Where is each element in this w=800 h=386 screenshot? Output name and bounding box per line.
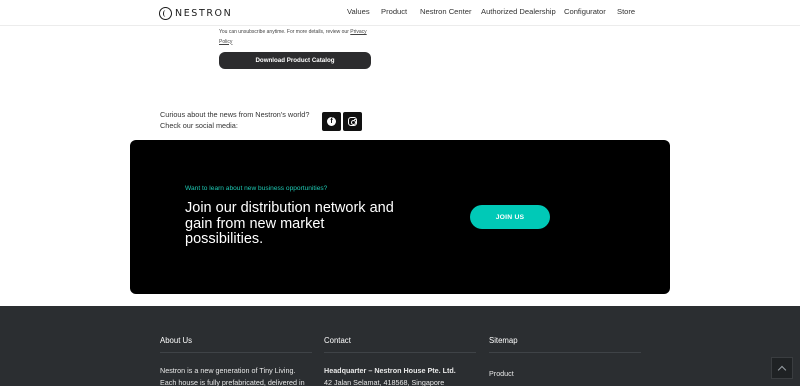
site-header: NESTRON Values Product Nestron Center Au… xyxy=(0,0,800,26)
social-prompt-line2: Check our social media: xyxy=(160,121,238,130)
unsubscribe-text: You can unsubscribe anytime. For more de… xyxy=(219,29,349,35)
instagram-icon xyxy=(348,117,357,126)
distribution-banner: Want to learn about new business opportu… xyxy=(130,140,670,294)
banner-heading: Join our distribution network and gain f… xyxy=(185,200,394,247)
nav-values[interactable]: Values xyxy=(347,7,370,16)
site-footer: About Us Nestron is a new generation of … xyxy=(0,306,800,386)
facebook-button[interactable]: f xyxy=(322,112,341,131)
footer-sitemap-product-link[interactable]: Product xyxy=(489,368,514,380)
nav-product[interactable]: Product xyxy=(381,7,407,16)
scroll-to-top-button[interactable] xyxy=(771,357,793,379)
footer-about-line2: Each house is fully prefabricated, deliv… xyxy=(160,378,305,386)
footer-about-divider xyxy=(160,352,312,353)
social-prompt: Curious about the news from Nestron's wo… xyxy=(160,109,330,131)
join-us-button[interactable]: JOIN US xyxy=(470,205,550,229)
chevron-up-icon xyxy=(777,365,787,374)
footer-contact-divider xyxy=(324,352,476,353)
nav-nestron-center[interactable]: Nestron Center xyxy=(420,7,472,16)
unsubscribe-note: You can unsubscribe anytime. For more de… xyxy=(219,28,379,47)
nav-store[interactable]: Store xyxy=(617,7,635,16)
social-prompt-line1: Curious about the news from Nestron's wo… xyxy=(160,110,310,119)
footer-sitemap-title: Sitemap xyxy=(489,336,518,345)
banner-eyebrow: Want to learn about new business opportu… xyxy=(185,185,328,192)
nav-authorized-dealership[interactable]: Authorized Dealership xyxy=(481,7,556,16)
footer-about-line1: Nestron is a new generation of Tiny Livi… xyxy=(160,366,296,375)
page: NESTRON Values Product Nestron Center Au… xyxy=(0,0,800,386)
footer-contact-hq: Headquarter – Nestron House Pte. Ltd. xyxy=(324,366,456,375)
instagram-button[interactable] xyxy=(343,112,362,131)
facebook-icon: f xyxy=(327,117,336,126)
footer-contact-title: Contact xyxy=(324,336,351,345)
main-nav: Values Product Nestron Center Authorized… xyxy=(0,7,800,19)
download-catalog-button[interactable]: Download Product Catalog xyxy=(219,52,371,69)
footer-about-title: About Us xyxy=(160,336,193,345)
footer-contact-address: 42 Jalan Selamat, 418568, Singapore xyxy=(324,378,445,386)
footer-sitemap-divider xyxy=(489,352,641,353)
nav-configurator[interactable]: Configurator xyxy=(564,7,606,16)
